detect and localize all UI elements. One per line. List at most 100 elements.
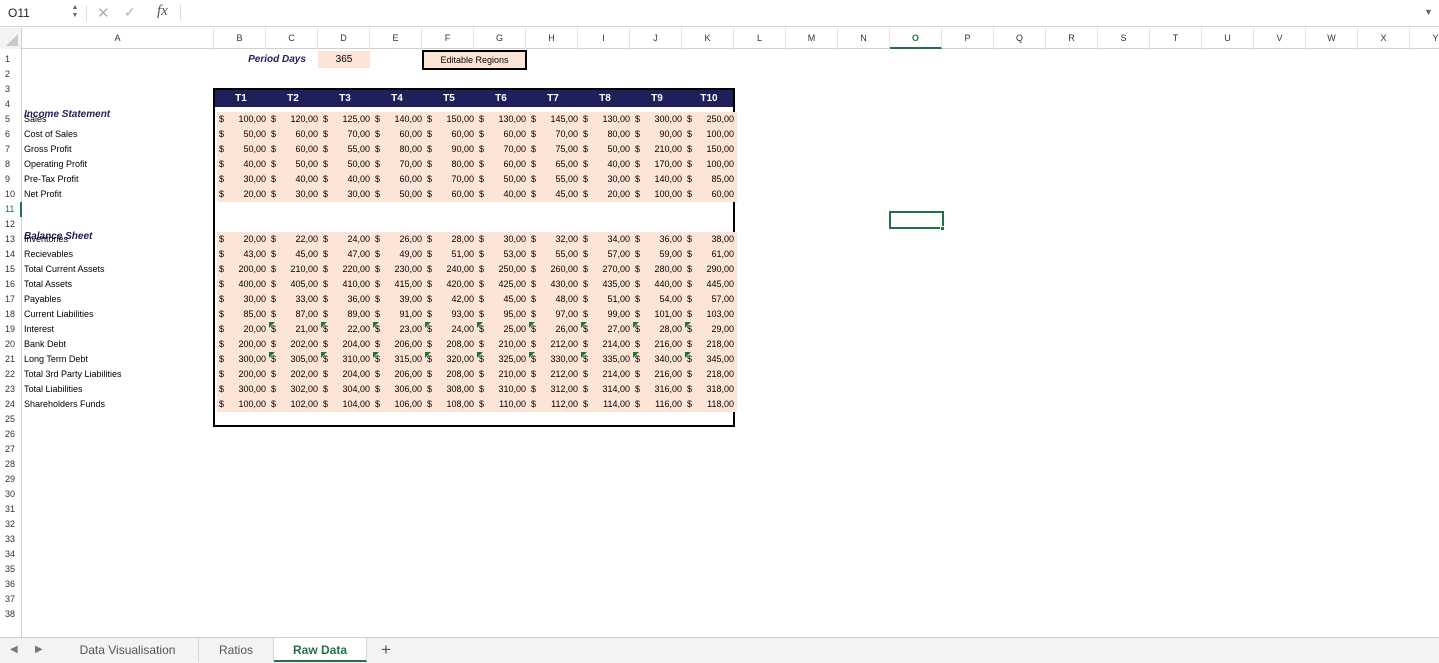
sheet-tab-ratios[interactable]: Ratios xyxy=(199,638,274,662)
value-cell[interactable]: $50,00 xyxy=(269,157,321,172)
value-cell[interactable]: $112,00 xyxy=(529,397,581,412)
value-cell[interactable]: $240,00 xyxy=(425,262,477,277)
value-cell[interactable]: $130,00 xyxy=(477,112,529,127)
value-cell[interactable]: $30,00 xyxy=(477,232,529,247)
column-header-b[interactable]: B xyxy=(214,28,266,49)
value-cell[interactable]: $300,00 xyxy=(633,112,685,127)
value-cell[interactable]: $204,00 xyxy=(321,337,373,352)
cancel-icon[interactable]: ✕ xyxy=(97,4,110,22)
value-cell[interactable]: $20,00 xyxy=(217,187,269,202)
insert-function-icon[interactable]: fx xyxy=(157,3,168,20)
column-header-l[interactable]: L xyxy=(734,28,786,49)
value-cell[interactable]: $30,00 xyxy=(321,187,373,202)
value-cell[interactable]: $43,00 xyxy=(217,247,269,262)
value-cell[interactable]: $20,00 xyxy=(217,322,269,337)
row-header-35[interactable]: 35 xyxy=(0,562,22,577)
value-cell[interactable]: $304,00 xyxy=(321,382,373,397)
value-cell[interactable]: $28,00 xyxy=(633,322,685,337)
value-cell[interactable]: $430,00 xyxy=(529,277,581,292)
value-cell[interactable]: $420,00 xyxy=(425,277,477,292)
value-cell[interactable]: $40,00 xyxy=(269,172,321,187)
value-cell[interactable]: $30,00 xyxy=(269,187,321,202)
value-cell[interactable]: $200,00 xyxy=(217,367,269,382)
value-cell[interactable]: $90,00 xyxy=(425,142,477,157)
value-cell[interactable]: $250,00 xyxy=(477,262,529,277)
row-header-7[interactable]: 7 xyxy=(0,142,22,157)
row-header-34[interactable]: 34 xyxy=(0,547,22,562)
value-cell[interactable]: $210,00 xyxy=(269,262,321,277)
value-cell[interactable]: $60,00 xyxy=(373,172,425,187)
value-cell[interactable]: $30,00 xyxy=(217,292,269,307)
value-cell[interactable]: $325,00 xyxy=(477,352,529,367)
row-header-19[interactable]: 19 xyxy=(0,322,22,337)
value-cell[interactable]: $335,00 xyxy=(581,352,633,367)
row-header-27[interactable]: 27 xyxy=(0,442,22,457)
value-cell[interactable]: $140,00 xyxy=(373,112,425,127)
value-cell[interactable]: $24,00 xyxy=(425,322,477,337)
value-cell[interactable]: $40,00 xyxy=(477,187,529,202)
value-cell[interactable]: $216,00 xyxy=(633,337,685,352)
row-header-31[interactable]: 31 xyxy=(0,502,22,517)
column-header-a[interactable]: A xyxy=(22,28,214,49)
value-cell[interactable]: $130,00 xyxy=(581,112,633,127)
value-cell[interactable]: $312,00 xyxy=(529,382,581,397)
value-cell[interactable]: $118,00 xyxy=(685,397,737,412)
row-header-25[interactable]: 25 xyxy=(0,412,22,427)
column-header-o[interactable]: O xyxy=(890,28,942,49)
value-cell[interactable]: $100,00 xyxy=(217,397,269,412)
value-cell[interactable]: $316,00 xyxy=(633,382,685,397)
column-header-g[interactable]: G xyxy=(474,28,526,49)
value-cell[interactable]: $330,00 xyxy=(529,352,581,367)
row-header-17[interactable]: 17 xyxy=(0,292,22,307)
row-header-10[interactable]: 10 xyxy=(0,187,22,202)
value-cell[interactable]: $250,00 xyxy=(685,112,737,127)
value-cell[interactable]: $290,00 xyxy=(685,262,737,277)
value-cell[interactable]: $32,00 xyxy=(529,232,581,247)
value-cell[interactable]: $99,00 xyxy=(581,307,633,322)
value-cell[interactable]: $50,00 xyxy=(581,142,633,157)
value-cell[interactable]: $90,00 xyxy=(633,127,685,142)
value-cell[interactable]: $21,00 xyxy=(269,322,321,337)
value-cell[interactable]: $214,00 xyxy=(581,367,633,382)
row-header-32[interactable]: 32 xyxy=(0,517,22,532)
value-cell[interactable]: $210,00 xyxy=(477,367,529,382)
column-header-q[interactable]: Q xyxy=(994,28,1046,49)
value-cell[interactable]: $340,00 xyxy=(633,352,685,367)
row-header-30[interactable]: 30 xyxy=(0,487,22,502)
value-cell[interactable]: $60,00 xyxy=(269,142,321,157)
value-cell[interactable]: $61,00 xyxy=(685,247,737,262)
value-cell[interactable]: $95,00 xyxy=(477,307,529,322)
sheet-tab-data-visualisation[interactable]: Data Visualisation xyxy=(57,638,199,662)
value-cell[interactable]: $80,00 xyxy=(425,157,477,172)
value-cell[interactable]: $230,00 xyxy=(373,262,425,277)
value-cell[interactable]: $200,00 xyxy=(217,262,269,277)
value-cell[interactable]: $60,00 xyxy=(269,127,321,142)
value-cell[interactable]: $36,00 xyxy=(321,292,373,307)
value-cell[interactable]: $91,00 xyxy=(373,307,425,322)
row-header-18[interactable]: 18 xyxy=(0,307,22,322)
row-header-8[interactable]: 8 xyxy=(0,157,22,172)
value-cell[interactable]: $202,00 xyxy=(269,337,321,352)
value-cell[interactable]: $210,00 xyxy=(477,337,529,352)
value-cell[interactable]: $20,00 xyxy=(581,187,633,202)
value-cell[interactable]: $26,00 xyxy=(529,322,581,337)
value-cell[interactable]: $54,00 xyxy=(633,292,685,307)
value-cell[interactable]: $50,00 xyxy=(321,157,373,172)
column-header-r[interactable]: R xyxy=(1046,28,1098,49)
column-header-f[interactable]: F xyxy=(422,28,474,49)
value-cell[interactable]: $314,00 xyxy=(581,382,633,397)
value-cell[interactable]: $405,00 xyxy=(269,277,321,292)
value-cell[interactable]: $100,00 xyxy=(633,187,685,202)
row-header-14[interactable]: 14 xyxy=(0,247,22,262)
value-cell[interactable]: $108,00 xyxy=(425,397,477,412)
value-cell[interactable]: $102,00 xyxy=(269,397,321,412)
select-all-button[interactable] xyxy=(0,28,22,49)
value-cell[interactable]: $75,00 xyxy=(529,142,581,157)
value-cell[interactable]: $55,00 xyxy=(529,172,581,187)
fill-handle[interactable] xyxy=(940,226,945,231)
value-cell[interactable]: $300,00 xyxy=(217,382,269,397)
value-cell[interactable]: $85,00 xyxy=(217,307,269,322)
value-cell[interactable]: $60,00 xyxy=(685,187,737,202)
value-cell[interactable]: $101,00 xyxy=(633,307,685,322)
value-cell[interactable]: $270,00 xyxy=(581,262,633,277)
